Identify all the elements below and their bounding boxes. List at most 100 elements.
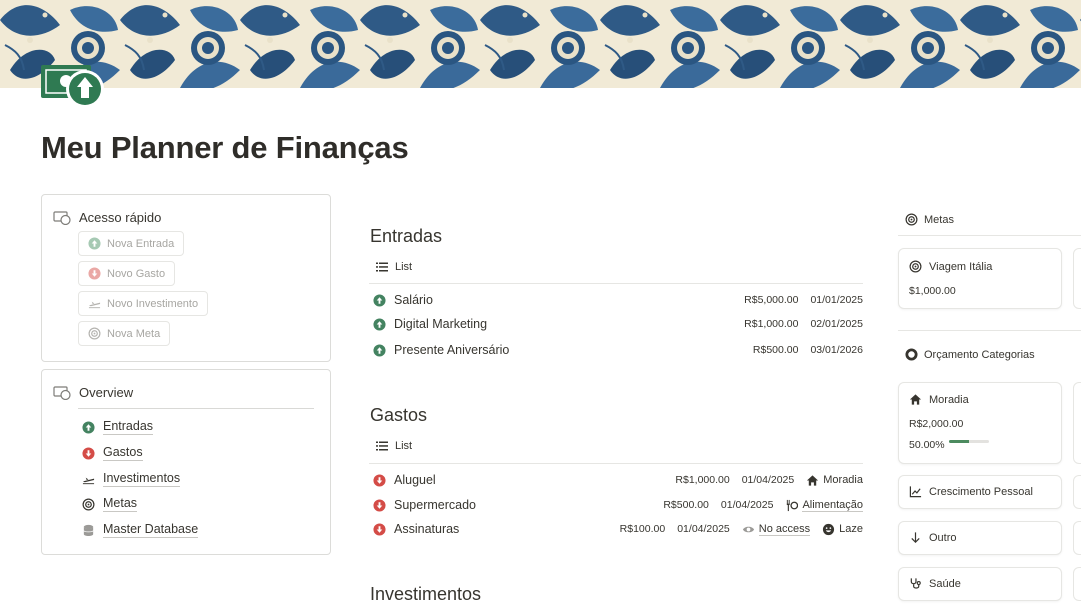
overview-title: Overview xyxy=(79,385,134,400)
list-icon xyxy=(376,441,388,451)
goal-name: Viagem Itália xyxy=(929,260,993,273)
list-item[interactable]: Salário R$5,000.00 01/01/2025 xyxy=(373,289,863,311)
list-item[interactable]: Supermercado R$500.00 01/04/2025 Aliment… xyxy=(373,494,863,516)
utensils-icon xyxy=(787,499,799,511)
quick-access-title: Acesso rápido xyxy=(79,210,162,225)
budget-card-title: Moradia xyxy=(909,393,969,406)
list-icon xyxy=(376,262,388,272)
chart-line-icon xyxy=(909,486,922,498)
goal-card[interactable]: Viagem Itália $1,000.00 xyxy=(898,248,1062,309)
budget-card-title: Outro xyxy=(909,531,957,544)
arrow-down-circle-icon xyxy=(373,473,386,487)
item-date: 01/01/2025 xyxy=(810,294,863,306)
goal-card-title: Viagem Itália xyxy=(909,260,992,273)
access-label: No access xyxy=(758,522,811,536)
gastos-heading: Gastos xyxy=(370,405,428,425)
new-entry-label: Nova Entrada xyxy=(107,237,175,250)
entradas-view-tab[interactable]: List xyxy=(376,261,412,273)
budget-card-crescimento[interactable]: Crescimento Pessoal xyxy=(898,475,1062,509)
money-icon xyxy=(53,210,71,225)
new-expense-button[interactable]: Novo Gasto xyxy=(78,261,176,286)
arrow-up-circle-icon xyxy=(88,237,101,250)
budget-name: Moradia xyxy=(929,393,969,406)
database-icon xyxy=(83,524,94,536)
budget-title: Orçamento Categorias xyxy=(924,348,1035,361)
budget-card[interactable] xyxy=(1073,475,1081,509)
plane-icon xyxy=(88,301,101,309)
item-date: 01/04/2025 xyxy=(741,474,795,486)
target-icon xyxy=(905,213,918,226)
item-date: 01/04/2025 xyxy=(720,499,774,511)
category-tag[interactable]: Laze xyxy=(822,523,863,536)
item-date: 01/04/2025 xyxy=(677,523,730,535)
arrow-down-circle-icon xyxy=(373,522,386,536)
overview-link-gastos[interactable]: Gastos xyxy=(82,445,143,461)
goal-value: $1,000.00 xyxy=(909,285,956,297)
overview-link-master-database[interactable]: Master Database xyxy=(82,522,199,538)
item-name: Digital Marketing xyxy=(394,317,488,331)
budget-card-moradia[interactable]: Moradia R$2,000.00 50.00% xyxy=(898,382,1062,464)
overview-link-label: Investimentos xyxy=(103,471,181,487)
item-name: Aluguel xyxy=(394,473,436,487)
goal-card[interactable] xyxy=(1073,248,1081,309)
category-label: Moradia xyxy=(823,474,863,486)
list-item[interactable]: Digital Marketing R$1,000.00 02/01/2025 xyxy=(373,313,863,335)
budget-value: R$2,000.00 xyxy=(909,418,964,430)
arrow-down-circle-icon xyxy=(88,267,101,280)
progress-fill xyxy=(949,440,969,443)
category-label: Alimentação xyxy=(802,498,863,512)
house-icon xyxy=(807,474,819,486)
item-amount: R$5,000.00 xyxy=(744,294,799,306)
new-investment-button[interactable]: Novo Investimento xyxy=(78,291,209,316)
budget-card[interactable] xyxy=(1073,382,1081,464)
money-icon xyxy=(53,385,71,400)
arrow-up-circle-icon xyxy=(82,420,95,434)
overview-link-label: Master Database xyxy=(103,522,199,538)
eye-icon xyxy=(742,526,754,532)
divider xyxy=(898,330,1081,331)
list-item[interactable]: Assinaturas R$100.00 01/04/2025 No acces… xyxy=(373,518,863,540)
circle-icon xyxy=(905,348,918,361)
new-goal-button[interactable]: Nova Meta xyxy=(78,321,171,346)
budget-card-outro[interactable]: Outro xyxy=(898,521,1062,555)
budget-card-title: Crescimento Pessoal xyxy=(909,485,1033,498)
arrow-up-circle-icon xyxy=(373,293,386,307)
list-item[interactable]: Aluguel R$1,000.00 01/04/2025 Moradia xyxy=(373,469,863,491)
quick-access-card: Acesso rápido Nova Entrada Novo Gasto No… xyxy=(41,194,331,362)
overview-link-metas[interactable]: Metas xyxy=(82,496,138,512)
view-label: List xyxy=(395,261,413,273)
arrow-down-circle-icon xyxy=(82,446,95,460)
category-label: Laze xyxy=(839,523,863,535)
overview-link-investimentos[interactable]: Investimentos xyxy=(82,471,181,487)
overview-link-entradas[interactable]: Entradas xyxy=(82,419,154,435)
overview-link-label: Entradas xyxy=(103,419,154,435)
item-name: Presente Aniversário xyxy=(394,343,510,357)
divider xyxy=(898,235,1081,236)
metas-title: Metas xyxy=(924,213,954,226)
new-entry-button[interactable]: Nova Entrada xyxy=(78,231,185,256)
gastos-view-tab[interactable]: List xyxy=(376,440,412,452)
arrow-up-circle-icon xyxy=(373,343,386,357)
item-name: Assinaturas xyxy=(394,522,460,536)
arrow-down-icon xyxy=(911,532,920,543)
budget-card[interactable] xyxy=(1073,567,1081,601)
category-tag[interactable]: Moradia xyxy=(806,474,863,487)
budget-header[interactable]: Orçamento Categorias xyxy=(905,348,1035,361)
list-item[interactable]: Presente Aniversário R$500.00 03/01/2026 xyxy=(373,339,863,361)
item-amount: R$1,000.00 xyxy=(675,474,730,486)
budget-card[interactable] xyxy=(1073,521,1081,555)
overview-header: Overview xyxy=(53,385,133,400)
divider xyxy=(369,283,863,284)
budget-progress-bar xyxy=(949,440,989,443)
money-icon xyxy=(40,62,106,110)
metas-header[interactable]: Metas xyxy=(905,213,954,226)
budget-name: Crescimento Pessoal xyxy=(929,485,1033,498)
category-tag[interactable]: Alimentação xyxy=(785,499,863,512)
overview-link-label: Gastos xyxy=(103,445,143,461)
budget-card-saude[interactable]: Saúde xyxy=(898,567,1062,601)
page-title: Meu Planner de Finanças xyxy=(41,130,409,165)
budget-progress-label: 50.00% xyxy=(909,439,945,451)
view-label: List xyxy=(395,440,413,452)
investimentos-heading: Investimentos xyxy=(370,584,482,604)
cover-image xyxy=(0,0,1081,88)
